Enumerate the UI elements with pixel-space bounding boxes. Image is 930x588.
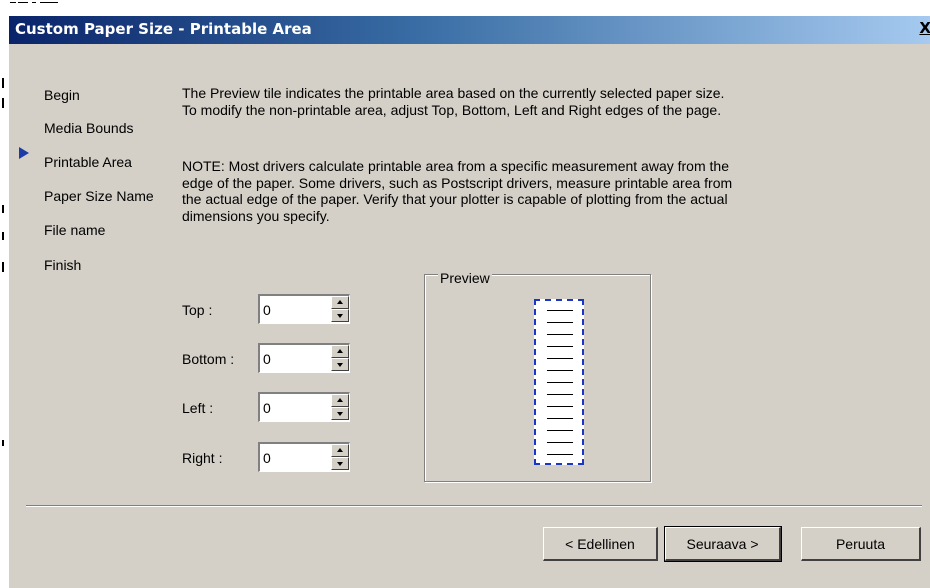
next-button[interactable]: Seuraava > <box>664 526 782 562</box>
bottom-label: Bottom : <box>182 351 235 367</box>
step-begin: Begin <box>44 87 80 103</box>
left-spinner <box>258 392 350 422</box>
back-button[interactable]: < Edellinen <box>543 527 658 561</box>
paper-preview <box>534 299 584 465</box>
right-input[interactable] <box>263 447 323 469</box>
step-media-bounds: Media Bounds <box>44 120 134 136</box>
title-bar[interactable]: Custom Paper Size - Printable Area X <box>9 16 930 44</box>
step-paper-size-name: Paper Size Name <box>44 188 154 204</box>
cancel-button[interactable]: Peruuta <box>801 527 921 561</box>
bottom-spin-up-icon[interactable] <box>331 345 349 358</box>
right-spinner <box>258 442 350 472</box>
left-spin-up-icon[interactable] <box>331 394 349 407</box>
left-spin-down-icon[interactable] <box>331 407 349 420</box>
top-spinner <box>258 294 350 324</box>
bottom-spinner <box>258 343 350 373</box>
current-step-arrow-icon <box>19 147 29 159</box>
step-finish: Finish <box>44 257 82 273</box>
right-label: Right : <box>182 450 223 466</box>
close-icon[interactable]: X <box>915 19 930 41</box>
left-input[interactable] <box>263 397 323 419</box>
top-spin-down-icon[interactable] <box>331 309 349 322</box>
top-input[interactable] <box>263 299 323 321</box>
background-edge <box>0 0 8 588</box>
preview-label: Preview <box>438 270 492 286</box>
bottom-spin-down-icon[interactable] <box>331 358 349 371</box>
background-fragment <box>0 0 80 6</box>
step-file-name: File name <box>44 222 106 238</box>
top-spin-up-icon[interactable] <box>331 296 349 309</box>
right-spin-up-icon[interactable] <box>331 444 349 457</box>
top-label: Top : <box>182 302 213 318</box>
right-spin-down-icon[interactable] <box>331 457 349 470</box>
separator <box>26 505 922 507</box>
window-title: Custom Paper Size - Printable Area <box>15 20 312 38</box>
step-printable-area: Printable Area <box>44 154 132 170</box>
note-text: NOTE: Most drivers calculate printable a… <box>182 158 733 224</box>
intro-text: The Preview tile indicates the printable… <box>182 85 725 118</box>
bottom-input[interactable] <box>263 348 323 370</box>
left-label: Left : <box>182 400 214 416</box>
